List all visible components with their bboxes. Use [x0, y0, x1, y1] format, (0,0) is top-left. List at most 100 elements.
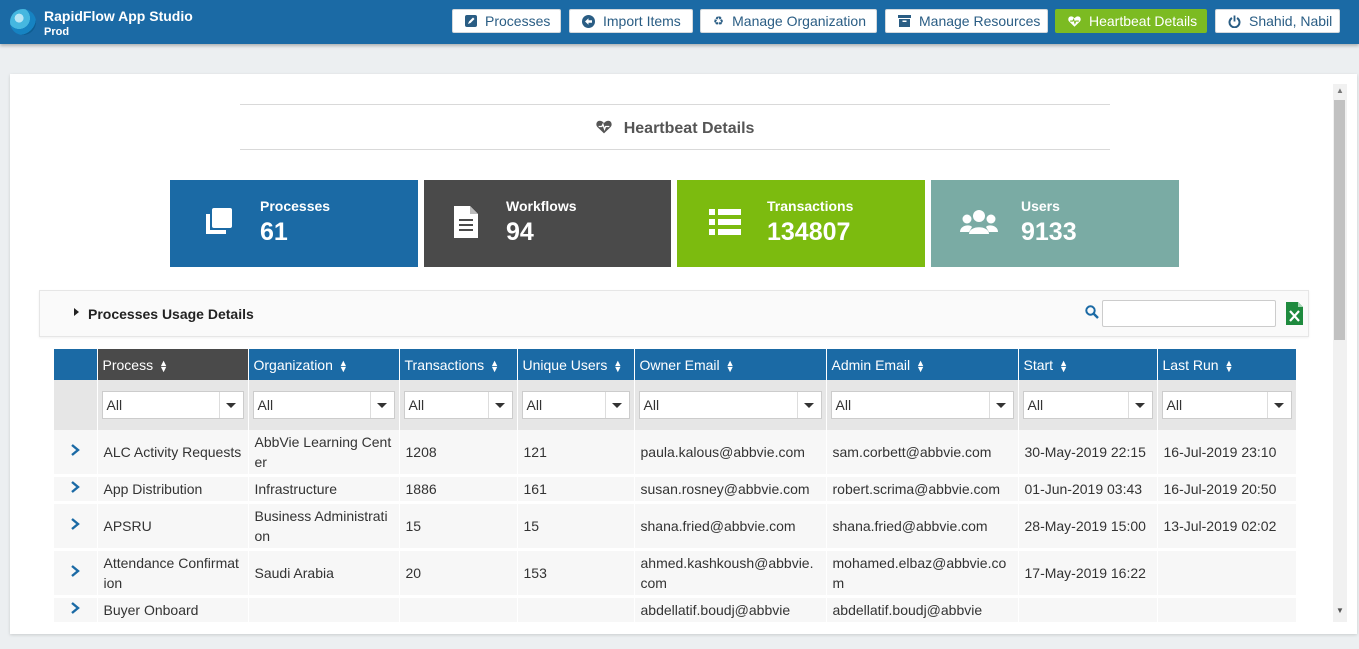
column-header-process[interactable]: Process ▲ ▼ [97, 349, 249, 380]
column-header-label: Start [1023, 356, 1054, 373]
filter-cell: All [1018, 380, 1158, 430]
filter-cell: All [826, 380, 1019, 430]
expand-row-chevron-icon[interactable] [54, 549, 98, 598]
column-header-label: Transactions [404, 356, 485, 373]
table-cell: 1886 [399, 475, 518, 504]
table-cell: AbbVie Learning Center [248, 430, 400, 477]
table-cell: shana.fried@abbvie.com [634, 502, 827, 551]
filter-value: All [835, 397, 852, 413]
table-cell: Infrastructure [248, 475, 400, 504]
column-filter-select[interactable]: All [1022, 391, 1153, 419]
table-cell: 15 [399, 502, 518, 551]
column-header-label: Unique Users [522, 356, 608, 373]
column-filter-select[interactable]: All [1161, 391, 1292, 419]
excel-export-icon[interactable] [1286, 302, 1303, 325]
column-filter-select[interactable]: All [521, 391, 630, 419]
table-cell: ALC Activity Requests [97, 430, 249, 477]
table-cell: 161 [517, 475, 635, 504]
nav-processes-button[interactable]: Processes [452, 9, 561, 33]
chevron-down-icon[interactable] [1266, 392, 1291, 418]
column-header-organization[interactable]: Organization ▲ ▼ [248, 349, 400, 380]
scrollbar-thumb[interactable] [1334, 100, 1345, 340]
scroll-down-arrow-icon[interactable]: ▼ [1333, 606, 1347, 618]
column-filter-select[interactable]: All [638, 391, 822, 419]
expand-row-chevron-icon[interactable] [54, 502, 98, 551]
nav-manage-resources-button[interactable]: Manage Resources [885, 9, 1048, 33]
stat-value: 94 [506, 218, 534, 246]
column-filter-select[interactable]: All [101, 391, 244, 419]
chevron-down-icon[interactable] [988, 392, 1013, 418]
search-input[interactable] [1102, 300, 1276, 327]
archive-box-icon [898, 15, 911, 28]
column-filter-select[interactable]: All [252, 391, 395, 419]
document-icon [448, 204, 484, 240]
stat-label: Users [1021, 198, 1060, 214]
column-header-transactions[interactable]: Transactions ▲ ▼ [399, 349, 518, 380]
expand-row-chevron-icon[interactable] [54, 475, 98, 504]
column-header-start[interactable]: Start ▲ ▼ [1018, 349, 1158, 380]
table-cell: 17-May-2019 16:22 [1018, 549, 1158, 598]
scroll-up-arrow-icon[interactable]: ▲ [1333, 86, 1347, 98]
nav-label: Shahid, Nabil [1249, 13, 1333, 29]
column-filter-select[interactable]: All [830, 391, 1014, 419]
environment-label: Prod [44, 26, 70, 38]
chevron-down-icon[interactable] [1127, 392, 1152, 418]
column-filter-select[interactable]: All [403, 391, 513, 419]
filter-cell: All [1157, 380, 1296, 430]
table-row[interactable]: ALC Activity Requests AbbVie Learning Cen… [54, 430, 1296, 477]
table-cell: shana.fried@abbvie.com [826, 502, 1019, 551]
nav-label: Manage Resources [919, 13, 1041, 29]
edit-square-icon [465, 15, 477, 28]
sort-icon: ▲ ▼ [338, 357, 348, 374]
search-icon [1085, 305, 1099, 319]
table-cell: Buyer Onboard [97, 596, 249, 622]
column-header-label: Admin Email [831, 356, 911, 373]
nav-import-items-button[interactable]: Import Items [569, 9, 693, 33]
column-header-label: Process [102, 356, 154, 373]
filter-cell: All [248, 380, 400, 430]
table-cell: Saudi Arabia [248, 549, 400, 598]
filter-value: All [526, 397, 543, 413]
nav-manage-organization-button[interactable]: ♻ Manage Organization [700, 9, 877, 33]
column-header-last-run[interactable]: Last Run ▲ ▼ [1157, 349, 1296, 380]
recycle-icon: ♻ [713, 14, 724, 28]
table-row[interactable]: Buyer Onboard abdellatif.boudj@abbvie abde… [54, 596, 1296, 622]
chevron-down-icon[interactable] [218, 392, 243, 418]
table-cell [1157, 549, 1296, 598]
chevron-down-icon[interactable] [369, 392, 394, 418]
table-row[interactable]: Attendance Confirmation Saudi Arabia 20 153… [54, 549, 1296, 598]
table-cell [248, 596, 400, 622]
expand-row-chevron-icon[interactable] [54, 596, 98, 622]
sort-icon: ▲ ▼ [916, 357, 926, 374]
table-cell: susan.rosney@abbvie.com [634, 475, 827, 504]
copy-icon [200, 204, 236, 240]
table-cell: 15 [517, 502, 635, 551]
table-cell: sam.corbett@abbvie.com [826, 430, 1019, 477]
table-cell: 20 [399, 549, 518, 598]
table-cell: ahmed.kashkoush@abbvie.com [634, 549, 827, 598]
column-header-unique-users[interactable]: Unique Users ▲ ▼ [517, 349, 635, 380]
chevron-down-icon[interactable] [796, 392, 821, 418]
table-row[interactable]: App Distribution Infrastructure 1886 161 sus… [54, 475, 1296, 504]
nav-user-button[interactable]: Shahid, Nabil [1215, 9, 1340, 33]
table-cell [1157, 596, 1296, 622]
filter-cell: All [517, 380, 635, 430]
power-icon [1228, 15, 1241, 28]
sort-icon: ▲ ▼ [159, 357, 168, 374]
processes-usage-table: Process ▲ ▼ Organization ▲ ▼ Transactions ▲ ▼ … [54, 349, 1296, 622]
nav-heartbeat-details-button[interactable]: Heartbeat Details [1055, 9, 1207, 33]
column-header-label: Owner Email [639, 356, 720, 373]
nav-label: Manage Organization [732, 13, 866, 29]
chevron-down-icon[interactable] [604, 392, 629, 418]
stat-value: 9133 [1021, 218, 1077, 246]
nav-label: Import Items [603, 13, 681, 29]
caret-right-icon[interactable] [74, 308, 79, 316]
chevron-down-icon[interactable] [487, 392, 512, 418]
column-header-owner-email[interactable]: Owner Email ▲ ▼ [634, 349, 827, 380]
column-header-label: Last Run [1162, 356, 1219, 373]
expand-row-chevron-icon[interactable] [54, 430, 98, 477]
table-row[interactable]: APSRU Business Administration 15 15 shana.fr… [54, 502, 1296, 551]
usage-details-toggle[interactable]: Processes Usage Details [88, 306, 254, 322]
heartbeat-icon [1068, 15, 1081, 28]
column-header-admin-email[interactable]: Admin Email ▲ ▼ [826, 349, 1019, 380]
